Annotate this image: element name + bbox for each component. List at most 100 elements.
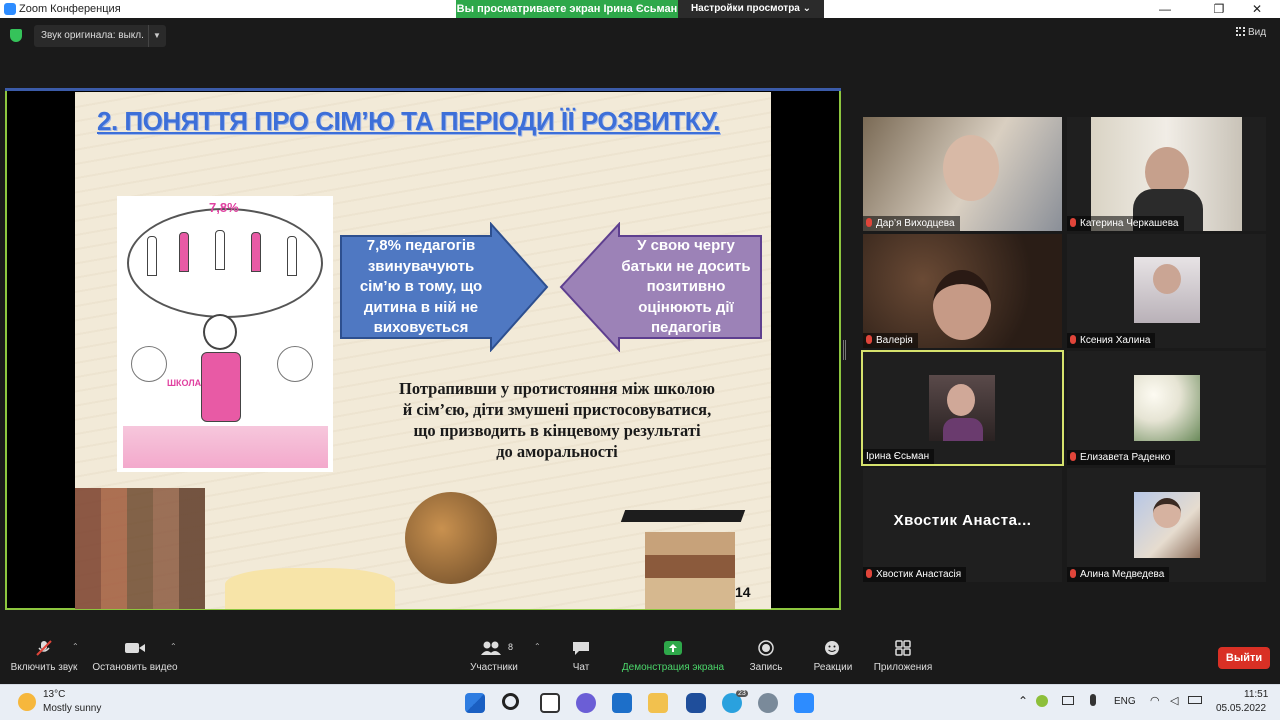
slide-body-line: й сім’єю, діти змушені пристосовуватися, — [402, 400, 712, 419]
participants-label: Участники — [470, 662, 518, 673]
weather-temperature[interactable]: 13°C — [43, 689, 65, 700]
participant-name-label: Алина Медведева — [1080, 569, 1165, 580]
apps-icon — [895, 640, 911, 656]
share-screen-icon — [664, 641, 682, 655]
settings-gear-icon[interactable] — [758, 693, 778, 713]
stop-video-label: Остановить видео — [92, 662, 178, 673]
security-shield-icon[interactable] — [10, 29, 22, 42]
meeting-toolbar: Включить звук ⌃ Остановить видео ⌃ 8 Уча… — [0, 632, 1280, 684]
battery-icon[interactable] — [1188, 696, 1202, 704]
girl-body — [201, 352, 241, 422]
participant-tile[interactable]: Дар’я Виходцева — [863, 117, 1062, 231]
teams-chat-icon[interactable] — [576, 693, 596, 713]
zoom-logo-icon — [4, 3, 16, 15]
store-icon[interactable] — [612, 693, 632, 713]
video-off-name: Хвостик Анаста... — [893, 512, 1032, 529]
participant-name-label: Дар’я Виходцева — [876, 218, 955, 229]
telegram-badge: 23 — [736, 690, 748, 697]
arrow-right-text: У свою чергу батьки не досить позитивно … — [621, 237, 751, 336]
original-sound-button[interactable]: Звук оригинала: выкл. ▼ — [34, 25, 166, 47]
participant-name-label: Хвостик Анастасія — [876, 569, 962, 580]
search-icon[interactable] — [502, 693, 519, 710]
slide-body-line: що призводить в кінцевому результаті — [413, 421, 701, 440]
chevron-up-icon[interactable]: ⌃ — [170, 642, 177, 651]
file-explorer-icon[interactable] — [648, 693, 668, 713]
participant-name: Дар’я Виходцева — [863, 216, 960, 231]
record-icon — [758, 640, 774, 656]
zoom-app-icon[interactable] — [794, 693, 814, 713]
participant-name: Хвостик Анастасія — [863, 567, 967, 582]
muted-mic-icon — [866, 569, 872, 578]
participants-count: 8 — [508, 642, 514, 652]
globe-decoration — [405, 492, 497, 584]
participant-tile[interactable]: Ксения Халина — [1067, 234, 1266, 348]
microphone-icon[interactable] — [1090, 694, 1096, 706]
reactions-button[interactable]: Реакции — [808, 632, 858, 684]
view-button[interactable]: Вид — [1236, 27, 1266, 38]
muted-mic-icon — [866, 218, 872, 227]
clock-time[interactable]: 11:51 — [1244, 689, 1268, 700]
muted-mic-icon — [1070, 335, 1076, 344]
view-settings-button[interactable]: Настройки просмотра ⌄ — [678, 0, 824, 18]
stop-video-button[interactable]: Остановить видео ⌃ — [90, 632, 180, 684]
open-book-decoration — [225, 568, 395, 609]
participant-name-label: Валерія — [876, 335, 913, 346]
tray-app-icon[interactable] — [1062, 696, 1074, 705]
windows-start-icon[interactable] — [465, 693, 485, 713]
slide-page-number: 14 — [735, 584, 751, 600]
participants-icon — [481, 641, 501, 655]
participant-face — [1153, 498, 1181, 528]
panel-splitter[interactable] — [843, 340, 846, 360]
participant-face — [1153, 264, 1181, 294]
muted-mic-icon — [866, 335, 872, 344]
slide-body-line: до аморальності — [496, 442, 618, 461]
close-window-button[interactable]: ✕ — [1234, 0, 1280, 18]
slide-illustration: 7,8% ШКОЛА — [117, 196, 333, 472]
participants-button[interactable]: 8 Участники ⌃ — [466, 632, 541, 684]
participant-tile[interactable]: Валерія — [863, 234, 1062, 348]
participant-tile[interactable]: Катерина Черкашева — [1067, 117, 1266, 231]
tree-icon — [131, 346, 167, 382]
muted-mic-icon — [1070, 569, 1076, 578]
participant-tile[interactable]: Елизавета Раденко — [1067, 351, 1266, 465]
chevron-down-icon: ⌄ — [802, 3, 812, 14]
participant-tile[interactable]: Хвостик Анаста... Хвостик Анастасія — [863, 468, 1062, 582]
os-taskbar: 13°C Mostly sunny 23 ⌃ ENG ◠ ◁ 11:51 05.… — [0, 684, 1280, 720]
slide-body-text: Потрапивши у протистояння між школою й с… — [377, 378, 737, 462]
chevron-up-icon[interactable]: ⌃ — [534, 642, 541, 651]
figure-icon — [179, 232, 189, 272]
chat-button[interactable]: Чат — [560, 632, 602, 684]
arrow-right-shape: 7,8% педагогів звинувачують сім’ю в тому… — [339, 221, 551, 353]
share-screen-button[interactable]: Демонстрация экрана — [616, 632, 730, 684]
slide-body-line: Потрапивши у протистояння між школою — [399, 379, 715, 398]
apps-button[interactable]: Приложения — [870, 632, 936, 684]
leave-meeting-button[interactable]: Выйти — [1218, 647, 1270, 669]
wifi-icon[interactable]: ◠ — [1150, 694, 1160, 707]
chevron-down-icon[interactable]: ▼ — [153, 25, 161, 47]
figure-icon — [251, 232, 261, 272]
app-tray-icon[interactable] — [1036, 695, 1048, 707]
participant-tile[interactable]: Алина Медведева — [1067, 468, 1266, 582]
weather-description[interactable]: Mostly sunny — [43, 703, 101, 714]
participant-face — [943, 135, 999, 201]
participant-tile-active-speaker[interactable]: Ірина Єсьман — [861, 350, 1064, 466]
reactions-label: Реакции — [813, 662, 853, 673]
illustration-school-sign: ШКОЛА — [167, 378, 202, 388]
chevron-up-icon[interactable]: ⌃ — [72, 642, 79, 651]
view-label: Вид — [1248, 27, 1267, 38]
language-indicator[interactable]: ENG — [1114, 696, 1136, 707]
task-view-icon[interactable] — [540, 693, 560, 713]
volume-icon[interactable]: ◁ — [1170, 694, 1178, 707]
shield-app-icon[interactable] — [686, 693, 706, 713]
chevron-up-icon[interactable]: ⌃ — [1018, 694, 1028, 708]
weather-sun-icon[interactable] — [18, 693, 36, 711]
arrow-left-text: 7,8% педагогів звинувачують сім’ю в тому… — [359, 237, 483, 336]
unmute-button[interactable]: Включить звук ⌃ — [6, 632, 82, 684]
clock-date[interactable]: 05.05.2022 — [1216, 703, 1266, 714]
minimize-button[interactable]: — — [1142, 0, 1188, 18]
participant-body — [943, 418, 983, 441]
record-button[interactable]: Запись — [744, 632, 788, 684]
graduation-cap-decoration — [620, 510, 746, 522]
participant-face — [947, 384, 975, 416]
illustration-percent: 7,8% — [209, 200, 239, 215]
